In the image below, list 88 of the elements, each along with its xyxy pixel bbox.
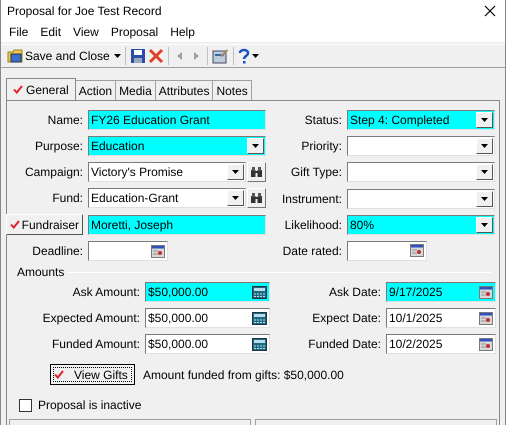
window-title: Proposal for Joe Test Record: [7, 4, 162, 18]
calculator-icon[interactable]: [252, 286, 267, 298]
menu-item[interactable]: File: [3, 25, 34, 39]
field-label: Funded Date:: [307, 337, 381, 351]
field-label: Ask Date:: [328, 285, 381, 299]
field-label: Campaign:: [24, 165, 83, 179]
dropdown-field[interactable]: Step 4: Completed: [347, 110, 495, 130]
caret-icon: [481, 222, 488, 227]
date-field[interactable]: 9/17/2025: [386, 282, 496, 302]
menu-item[interactable]: Edit: [34, 25, 68, 39]
dropdown-field[interactable]: [347, 188, 495, 209]
field-label: Fund:: [51, 191, 83, 205]
field-label: Purpose:: [34, 139, 83, 153]
check-icon: [13, 85, 23, 94]
field-label: Gift Type:: [290, 165, 342, 180]
dropdown-button[interactable]: [476, 190, 493, 207]
calendar-icon[interactable]: [410, 244, 424, 258]
text-field[interactable]: Moretti, Joseph: [88, 214, 266, 234]
view-gifts-button[interactable]: View Gifts: [50, 364, 135, 385]
form-edit-icon[interactable]: [212, 48, 229, 64]
save-and-close-button[interactable]: Save and Close: [5, 46, 112, 66]
field-label: Expected Amount:: [42, 311, 140, 325]
dropdown-button[interactable]: [247, 138, 264, 154]
calculator-icon[interactable]: [252, 338, 267, 350]
folder-icon: [7, 49, 23, 63]
checkbox[interactable]: [19, 398, 32, 412]
menu-item[interactable]: View: [67, 25, 105, 39]
dropdown-field[interactable]: [347, 136, 495, 156]
tab[interactable]: Notes: [212, 80, 252, 100]
binoculars-icon: [250, 192, 263, 204]
dropdown-button[interactable]: [476, 164, 493, 180]
field-label: Status:: [304, 113, 342, 128]
field-label: Ask Amount:: [72, 285, 140, 299]
delete-icon[interactable]: [148, 48, 164, 64]
calculator-icon[interactable]: [252, 312, 267, 324]
dropdown-button[interactable]: [476, 138, 493, 154]
binoculars-button[interactable]: [247, 188, 266, 208]
menu-item[interactable]: Proposal: [104, 25, 164, 39]
dropdown-button[interactable]: [227, 164, 244, 180]
dropdown-field[interactable]: Victory's Promise: [88, 162, 246, 182]
field-label: Likelihood:: [284, 218, 342, 232]
dropdown-button[interactable]: [476, 112, 493, 128]
calendar-icon[interactable]: [479, 312, 493, 324]
menu-item[interactable]: Help: [164, 25, 201, 39]
caret-icon: [232, 170, 239, 174]
caret-icon: [481, 144, 488, 148]
fundraiser-button[interactable]: Fundraiser: [6, 214, 83, 235]
amount-field[interactable]: $50,000.00: [145, 308, 270, 328]
dropdown-field[interactable]: [347, 162, 495, 182]
calendar-icon[interactable]: [479, 286, 493, 298]
field-label: Priority:: [300, 139, 342, 154]
caret-icon: [481, 118, 488, 122]
field-label: Date rated:: [282, 244, 342, 258]
help-icon[interactable]: [238, 48, 250, 64]
caret-icon: [481, 196, 488, 201]
checkbox-label: Proposal is inactive: [38, 398, 142, 412]
amount-field[interactable]: $50,000.00: [145, 282, 270, 302]
check-icon: [54, 370, 64, 379]
dropdown-field[interactable]: Education: [88, 136, 266, 156]
date-field[interactable]: 10/2/2025: [386, 334, 496, 354]
binoculars-button[interactable]: [247, 162, 266, 182]
dropdown-button[interactable]: [227, 190, 244, 206]
amount-field[interactable]: $50,000.00: [145, 334, 270, 354]
caret-icon: [481, 170, 488, 174]
field-label: Deadline:: [31, 244, 83, 258]
calendar-icon[interactable]: [151, 244, 165, 258]
tab[interactable]: General: [6, 78, 76, 100]
date-field[interactable]: 10/1/2025: [386, 308, 496, 328]
dropdown-field[interactable]: Education-Grant: [88, 188, 246, 208]
dropdown-field[interactable]: 80%: [347, 214, 495, 235]
binoculars-icon: [250, 166, 263, 178]
caret-icon[interactable]: [114, 54, 121, 58]
field-label: Expect Date:: [311, 311, 381, 325]
field-label: Funded Amount:: [50, 337, 140, 351]
save-icon[interactable]: [130, 48, 146, 64]
caret-icon: [232, 196, 239, 200]
date-field[interactable]: [88, 241, 168, 261]
date-field[interactable]: [347, 240, 427, 261]
calendar-icon[interactable]: [479, 338, 493, 350]
caret-icon: [252, 144, 259, 148]
dropdown-button[interactable]: [476, 216, 493, 233]
caret-icon[interactable]: [252, 54, 259, 58]
field-label: Name:: [46, 113, 83, 127]
text-field[interactable]: FY26 Education Grant: [88, 110, 266, 130]
funded-note: Amount funded from gifts: $50,000.00: [143, 368, 344, 382]
field-label: Instrument:: [280, 192, 342, 206]
group-title: Amounts: [17, 265, 64, 279]
check-icon: [10, 220, 20, 229]
